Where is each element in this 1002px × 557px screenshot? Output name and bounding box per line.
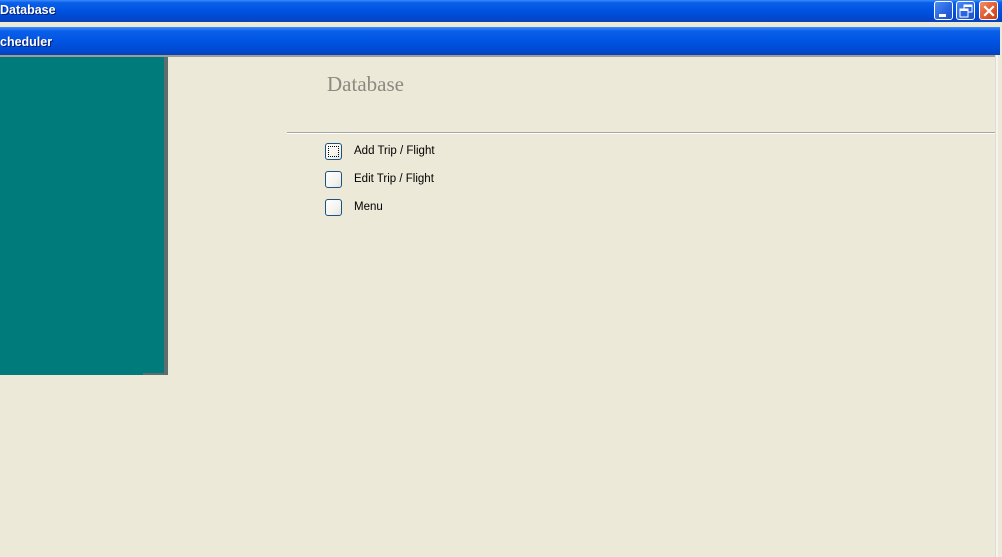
sidebar-bottom-edge xyxy=(143,373,164,375)
restore-icon xyxy=(959,4,973,18)
sidebar-shadow xyxy=(164,57,168,375)
menu-checkbox[interactable] xyxy=(325,199,342,216)
restore-button[interactable] xyxy=(956,1,975,20)
minimize-icon xyxy=(939,14,946,17)
window-title: Database xyxy=(0,3,56,17)
title-bar[interactable]: Database xyxy=(0,0,1002,22)
sidebar-panel xyxy=(0,57,164,375)
child-window-right-border xyxy=(995,55,1002,557)
close-button[interactable] xyxy=(979,1,998,20)
edit-trip-flight-button[interactable]: Edit Trip / Flight xyxy=(325,171,525,188)
minimize-button[interactable] xyxy=(934,1,953,20)
close-icon xyxy=(983,5,995,17)
application-window: Database cheduler Database Add Trip / Fl… xyxy=(0,0,1002,557)
add-trip-checkbox[interactable] xyxy=(325,143,342,160)
heading-divider xyxy=(287,132,995,134)
edit-trip-checkbox[interactable] xyxy=(325,171,342,188)
menu-label[interactable]: Menu xyxy=(354,200,383,215)
page-title: Database xyxy=(327,72,404,96)
add-trip-label[interactable]: Add Trip / Flight xyxy=(354,144,435,159)
child-window-title: cheduler xyxy=(0,35,53,49)
add-trip-flight-button[interactable]: Add Trip / Flight xyxy=(325,143,525,160)
menu-button[interactable]: Menu xyxy=(325,199,525,216)
edit-trip-label[interactable]: Edit Trip / Flight xyxy=(354,172,434,187)
child-title-bar[interactable]: cheduler xyxy=(0,27,1000,55)
